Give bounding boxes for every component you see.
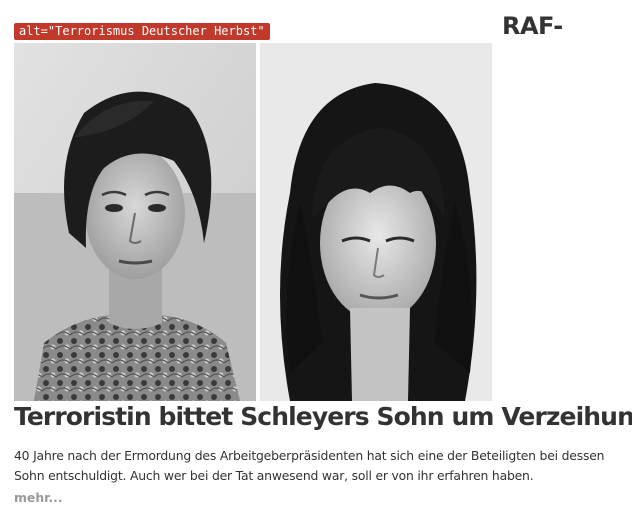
article-image[interactable] [14,43,492,401]
portrait-photo-left [14,43,256,401]
more-link[interactable]: mehr... [14,490,63,505]
article-teaser-text: 40 Jahre nach der Ermordung des Arbeitge… [14,448,605,483]
article-teaser[interactable]: alt="Terrorismus Deutscher Herbst" RAF- [0,0,632,525]
article-kicker: RAF- [502,12,563,40]
article-headline[interactable]: Terroristin bittet Schleyers Sohn um Ver… [14,402,632,431]
image-alt-badge: alt="Terrorismus Deutscher Herbst" [14,23,270,40]
portrait-photo-right [260,43,492,401]
